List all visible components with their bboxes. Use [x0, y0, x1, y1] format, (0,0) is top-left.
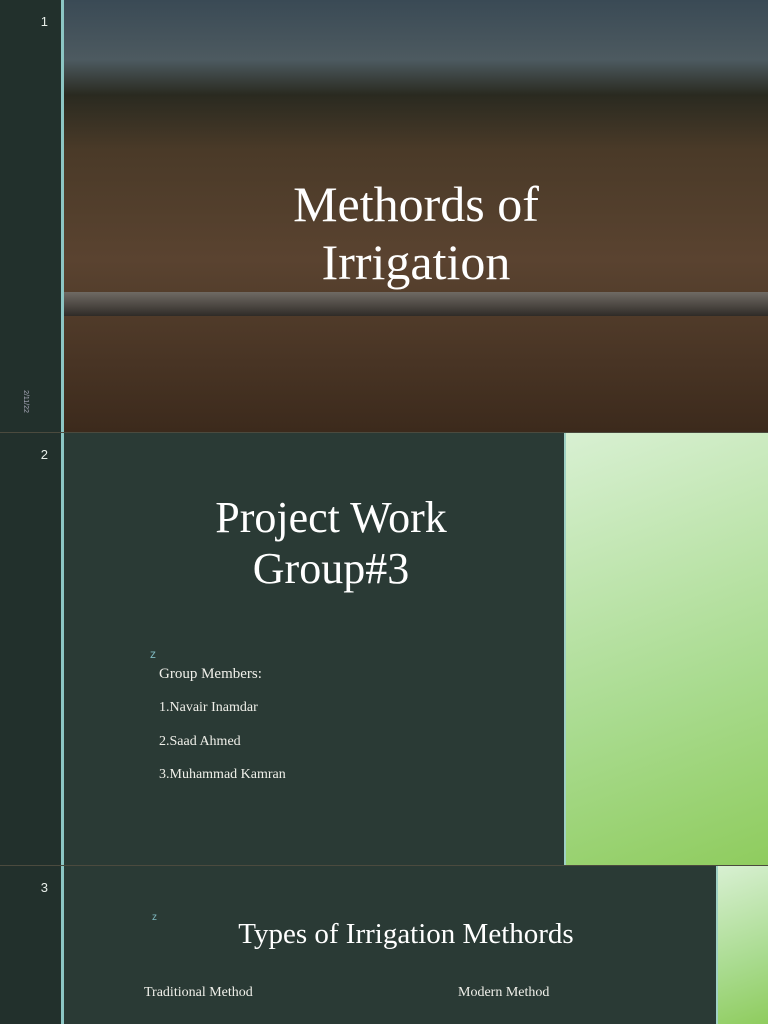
field-pipe-image [64, 292, 768, 316]
modern-heading: Modern Method [458, 985, 550, 1000]
slide-title: Methords of Irrigation [64, 176, 768, 291]
members-heading: Group Members: [159, 666, 262, 682]
z-marker: z [150, 647, 156, 661]
title-line: Group#3 [252, 543, 410, 593]
member-item: 3.Muhammad Kamran [159, 767, 286, 782]
slide-2-thumbnail[interactable]: Project Work Group#3 z Group Members: 1.… [64, 433, 768, 865]
traditional-heading: Traditional Method [144, 985, 253, 1000]
member-item: 1.Navair Inamdar [159, 700, 258, 715]
title-line: Methords of [293, 176, 539, 232]
title-line: Project Work [215, 493, 447, 542]
slide-number: 2 [40, 447, 48, 462]
slide-number: 1 [40, 14, 48, 29]
slide-3-thumbnail[interactable]: z Types of Irrigation Methords Tradition… [64, 866, 768, 1024]
slide-title: Types of Irrigation Methords [238, 918, 574, 950]
title-line: Irrigation [321, 233, 511, 290]
slide-1-thumbnail[interactable]: Methords of Irrigation [64, 0, 768, 432]
slide-title: Project Work Group#3 [64, 493, 598, 594]
slide-date: 2/11/22 [21, 390, 29, 413]
slide-number: 3 [40, 880, 48, 895]
member-item: 2.Saad Ahmed [159, 734, 241, 749]
